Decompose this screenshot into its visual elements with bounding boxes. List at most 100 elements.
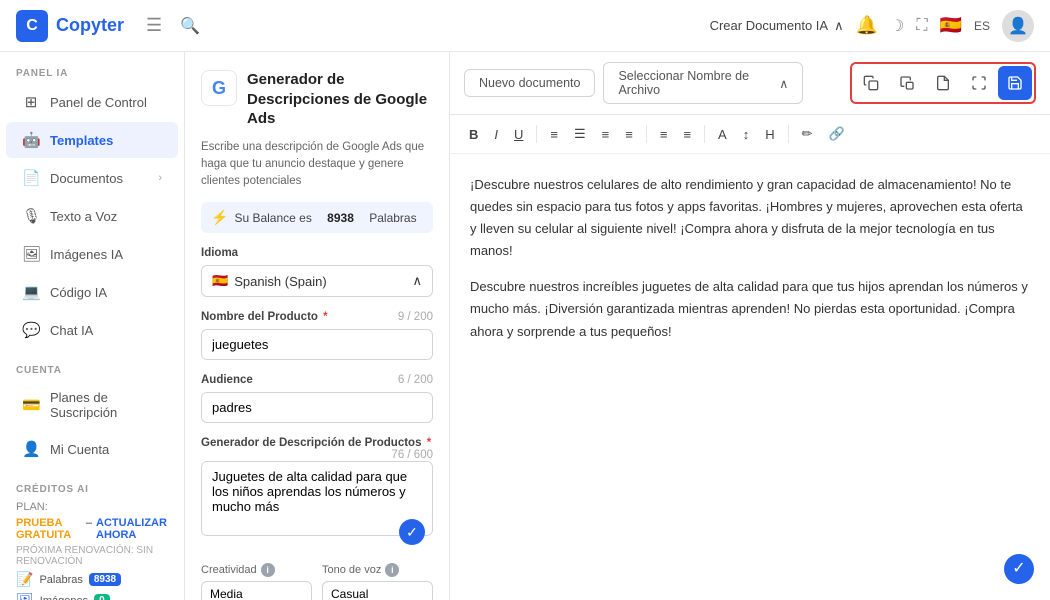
idioma-label: Idioma	[201, 247, 433, 259]
sidebar: PANEL IA ⊞ Panel de Control 🤖 Templates …	[0, 0, 185, 600]
sidebar-item-planes[interactable]: 💳 Planes de Suscripción	[6, 381, 178, 429]
grid-icon: ⊞	[22, 93, 40, 111]
file-name-button[interactable]: Seleccionar Nombre de Archivo ∧	[603, 62, 803, 104]
app-logo[interactable]: C Copyter	[16, 10, 124, 42]
imagenes-label: Imágenes	[40, 595, 88, 600]
sidebar-label-templates: Templates	[50, 133, 113, 148]
nombre-input[interactable]	[201, 329, 433, 360]
generator-description: Escribe una descripción de Google Ads qu…	[201, 139, 433, 191]
creatividad-input[interactable]	[201, 581, 312, 600]
sidebar-label-chat: Chat IA	[50, 323, 93, 338]
sidebar-item-panel[interactable]: ⊞ Panel de Control	[6, 84, 178, 120]
italic-button[interactable]: I	[489, 124, 503, 145]
creatividad-field: Creatividad i	[201, 563, 312, 600]
link-button[interactable]: 🔗	[824, 123, 850, 145]
editor-area[interactable]: ¡Descubre nuestros celulares de alto ren…	[450, 154, 1050, 600]
sidebar-item-codigo[interactable]: 💻 Código IA	[6, 274, 178, 310]
align-left-button[interactable]: ≡	[545, 124, 563, 145]
tono-input[interactable]	[322, 581, 433, 600]
creatividad-info-icon[interactable]: i	[261, 563, 275, 577]
document-icon: 📄	[22, 169, 40, 187]
crear-documento-button[interactable]: Crear Documento IA ∧	[710, 18, 844, 34]
sidebar-item-imagenes[interactable]: 🖼 Imágenes IA	[6, 236, 178, 272]
doc-tab-label: Nuevo documento	[479, 76, 580, 90]
lang-label: ES	[974, 19, 990, 33]
sidebar-label-documentos: Documentos	[50, 171, 123, 186]
chevron-up-icon: ∧	[834, 18, 844, 34]
sidebar-item-cuenta[interactable]: 👤 Mi Cuenta	[6, 431, 178, 467]
balance-unit: Palabras	[369, 211, 416, 225]
language-flag[interactable]: 🇪🇸	[940, 15, 962, 36]
user-icon: 👤	[22, 440, 40, 458]
search-icon[interactable]: 🔍	[180, 16, 200, 36]
toolbar-icon-group	[850, 62, 1036, 104]
save-icon-btn[interactable]	[998, 66, 1032, 100]
copy-icon-btn-1[interactable]	[854, 66, 888, 100]
imagenes-badge: 0	[94, 594, 110, 600]
align-right-button[interactable]: ≡	[597, 124, 615, 145]
pencil-button[interactable]: ✏	[797, 123, 818, 145]
generator-title: Generador de Descripciones de Google Ads	[247, 70, 433, 129]
sidebar-label-panel: Panel de Control	[50, 95, 147, 110]
document-icon-btn[interactable]	[926, 66, 960, 100]
desc-wrap: Juguetes de alta calidad para que los ni…	[201, 455, 433, 553]
tono-info-icon[interactable]: i	[385, 563, 399, 577]
font-size-button[interactable]: ↕	[738, 124, 755, 145]
palabras-badge: 8938	[89, 573, 121, 586]
editor-paragraph-1: ¡Descubre nuestros celulares de alto ren…	[470, 174, 1030, 262]
desc-confirm-button[interactable]: ✓	[399, 519, 425, 545]
sidebar-item-templates[interactable]: 🤖 Templates	[6, 122, 178, 158]
sidebar-item-documentos[interactable]: 📄 Documentos ›	[6, 160, 178, 196]
list-ordered-button[interactable]: ≡	[655, 124, 673, 145]
cuenta-section-label: CUENTA	[0, 349, 184, 380]
mic-icon: 🎙	[22, 207, 40, 225]
font-color-button[interactable]: A	[713, 124, 732, 145]
prueba-gratuita-link[interactable]: PRUEBA GRATUITA	[16, 517, 82, 541]
app-name: Copyter	[56, 15, 124, 36]
align-justify-button[interactable]: ≡	[620, 124, 638, 145]
lightning-icon: ⚡	[211, 209, 228, 226]
panel-section-label: PANEL IA	[0, 52, 184, 83]
editor-toolbar-icons	[850, 62, 1036, 104]
audience-input[interactable]	[201, 392, 433, 423]
desc-textarea[interactable]: Juguetes de alta calidad para que los ni…	[201, 461, 433, 536]
generator-header: G Generador de Descripciones de Google A…	[201, 70, 433, 129]
plan-links: PRUEBA GRATUITA – ACTUALIZAR AHORA	[0, 515, 184, 543]
bold-button[interactable]: B	[464, 124, 483, 145]
format-bar: B I U ≡ ☰ ≡ ≡ ≡ ≡ A ↕ H ✏ 🔗	[450, 115, 1050, 154]
imagenes-icon-sidebar: 🖼	[16, 592, 34, 600]
notification-icon[interactable]: 🔔	[856, 15, 878, 36]
editor-confirm-button[interactable]: ✓	[1004, 554, 1034, 584]
menu-icon[interactable]: ☰	[146, 15, 162, 36]
moon-icon[interactable]: ☽	[890, 16, 904, 36]
list-unordered-button[interactable]: ≡	[678, 124, 696, 145]
user-avatar[interactable]: 👤	[1002, 10, 1034, 42]
copy-icon-btn-2[interactable]	[890, 66, 924, 100]
expand-icon-btn[interactable]	[962, 66, 996, 100]
fullscreen-icon[interactable]: ⛶	[916, 17, 927, 35]
align-center-button[interactable]: ☰	[569, 123, 591, 145]
underline-button[interactable]: U	[509, 124, 528, 145]
heading-button[interactable]: H	[760, 124, 779, 145]
desc-label: Generador de Descripción de Productos * …	[201, 437, 433, 449]
actualizar-link[interactable]: ACTUALIZAR AHORA	[96, 517, 168, 541]
generator-panel: G Generador de Descripciones de Google A…	[185, 52, 450, 600]
sidebar-item-chat[interactable]: 💬 Chat IA	[6, 312, 178, 348]
balance-row: ⚡ Su Balance es 8938 Palabras	[201, 202, 433, 233]
idioma-select[interactable]: 🇪🇸 Spanish (Spain) ∧	[201, 265, 433, 297]
palabras-label: Palabras	[39, 574, 82, 586]
lang-value: Spanish (Spain)	[234, 274, 327, 289]
editor-paragraph-2: Descubre nuestros increíbles juguetes de…	[470, 276, 1030, 342]
sidebar-item-texto[interactable]: 🎙 Texto a Voz	[6, 198, 178, 234]
chevron-up-icon-lang: ∧	[412, 273, 422, 289]
new-document-tab[interactable]: Nuevo documento	[464, 69, 595, 97]
balance-label: Su Balance es	[234, 211, 311, 225]
lang-flag: 🇪🇸	[212, 273, 228, 289]
sidebar-label-codigo: Código IA	[50, 285, 107, 300]
nombre-label: Nombre del Producto * 9 / 200	[201, 311, 433, 323]
sidebar-label-cuenta: Mi Cuenta	[50, 442, 109, 457]
topbar: C Copyter ☰ 🔍 Crear Documento IA ∧ 🔔 ☽ ⛶…	[0, 0, 1050, 52]
google-logo: G	[201, 70, 237, 106]
ai-icon: 🤖	[22, 131, 40, 149]
plan-renewal: PRÓXIMA RENOVACIÓN: SIN RENOVACIÓN	[0, 543, 184, 569]
